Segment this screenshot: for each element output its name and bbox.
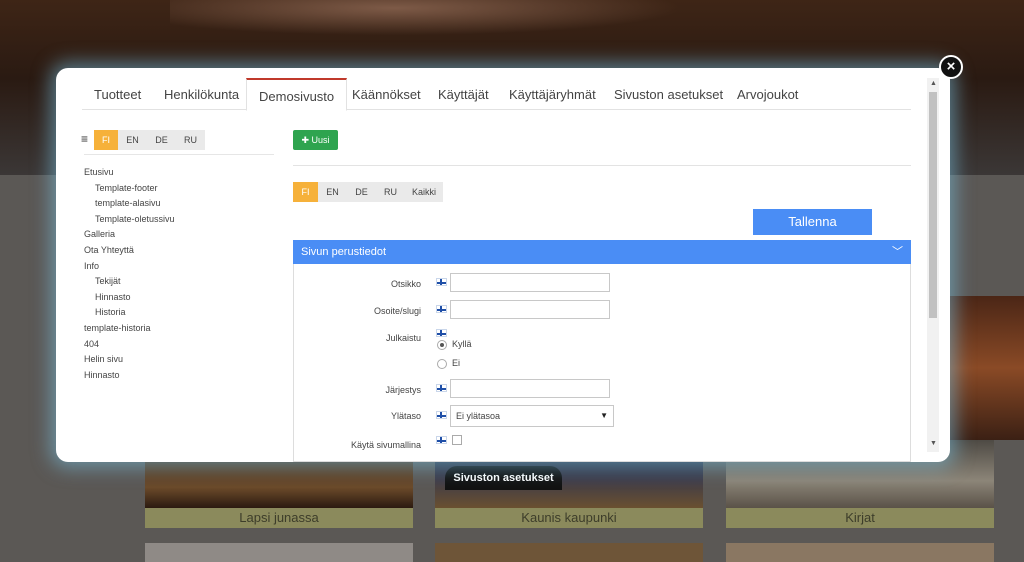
close-icon[interactable]: × bbox=[939, 55, 963, 79]
tree-item-ota-yhteytta[interactable]: Ota Yhteyttä bbox=[84, 243, 175, 259]
published-no-radio[interactable]: Ei bbox=[437, 358, 460, 369]
tab-kaannokset[interactable]: Käännökset bbox=[340, 78, 433, 110]
sidebar-lang-de[interactable]: DE bbox=[147, 130, 176, 150]
tab-arvojoukot[interactable]: Arvojoukot bbox=[725, 78, 810, 110]
tree-item-template-alasivu[interactable]: template-alasivu bbox=[84, 196, 175, 212]
scroll-up-icon[interactable]: ▲ bbox=[930, 80, 937, 87]
sidebar-language-switcher: FI EN DE RU bbox=[94, 130, 205, 150]
published-no-label: Ei bbox=[452, 358, 461, 368]
sidebar-lang-fi[interactable]: FI bbox=[94, 130, 118, 150]
tab-kayttajat[interactable]: Käyttäjät bbox=[426, 78, 501, 110]
content-lang-de[interactable]: DE bbox=[347, 182, 376, 202]
gallery-tile-5[interactable] bbox=[435, 543, 703, 562]
finnish-flag-icon bbox=[436, 384, 447, 392]
tree-item-template-footer[interactable]: Template-footer bbox=[84, 181, 175, 197]
scroll-thumb[interactable] bbox=[929, 92, 937, 318]
finnish-flag-icon bbox=[436, 436, 447, 444]
finnish-flag-icon bbox=[436, 278, 447, 286]
tab-demosivusto[interactable]: Demosivusto bbox=[246, 78, 348, 111]
published-yes-radio[interactable]: Kyllä bbox=[437, 339, 472, 350]
tile-caption: Kaunis kaupunki bbox=[435, 508, 703, 528]
sidebar-lang-ru[interactable]: RU bbox=[176, 130, 205, 150]
finnish-flag-icon bbox=[436, 411, 447, 419]
page-tree: Etusivu Template-footer template-alasivu… bbox=[84, 165, 175, 383]
tree-item-hinnasto[interactable]: Hinnasto bbox=[84, 290, 175, 306]
chevron-down-icon[interactable]: ﹀ bbox=[892, 240, 903, 264]
published-yes-label: Kyllä bbox=[452, 339, 472, 349]
tree-item-info[interactable]: Info bbox=[84, 259, 175, 275]
scroll-down-icon[interactable]: ▼ bbox=[930, 440, 937, 447]
finnish-flag-icon bbox=[436, 329, 447, 337]
tab-tuotteet[interactable]: Tuotteet bbox=[82, 78, 153, 110]
new-page-button[interactable]: ✚ Uusi bbox=[293, 130, 338, 150]
parent-label: Ylätaso bbox=[390, 411, 421, 421]
slug-input[interactable] bbox=[450, 300, 610, 319]
tree-item-galleria[interactable]: Galleria bbox=[84, 227, 175, 243]
radio-unselected-icon[interactable] bbox=[437, 358, 447, 369]
template-label: Käytä sivumallina bbox=[350, 440, 421, 450]
tree-item-helin-sivu[interactable]: Helin sivu bbox=[84, 352, 175, 368]
tree-item-template-historia[interactable]: template-historia bbox=[84, 321, 175, 337]
order-label: Järjestys bbox=[385, 385, 421, 395]
title-input[interactable] bbox=[450, 273, 610, 292]
site-settings-button[interactable]: Sivuston asetukset bbox=[445, 466, 562, 490]
tile-caption: Lapsi junassa bbox=[145, 508, 413, 528]
tree-item-etusivu[interactable]: Etusivu bbox=[84, 165, 175, 181]
tree-item-hinnasto-root[interactable]: Hinnasto bbox=[84, 368, 175, 384]
tab-kayttajaryhmat[interactable]: Käyttäjäryhmät bbox=[497, 78, 608, 110]
tree-item-404[interactable]: 404 bbox=[84, 337, 175, 353]
tab-bar: Tuotteet Henkilökunta Demosivusto Käännö… bbox=[82, 78, 911, 111]
finnish-flag-icon bbox=[436, 305, 447, 313]
tile-caption: Kirjat bbox=[726, 508, 994, 528]
content-lang-all[interactable]: Kaikki bbox=[405, 182, 443, 202]
order-input[interactable] bbox=[450, 379, 610, 398]
content-lang-en[interactable]: EN bbox=[318, 182, 347, 202]
parent-select-value: Ei ylätasoa bbox=[456, 411, 501, 421]
modal-scrollbar[interactable]: ▲ ▼ bbox=[927, 78, 939, 452]
gallery-tile-4[interactable] bbox=[145, 543, 413, 562]
slug-label: Osoite/slugi bbox=[373, 306, 421, 316]
dropdown-arrow-icon: ▼ bbox=[600, 411, 608, 420]
sidebar-lang-en[interactable]: EN bbox=[118, 130, 147, 150]
tree-item-tekijat[interactable]: Tekijät bbox=[84, 274, 175, 290]
content-lang-fi[interactable]: FI bbox=[293, 182, 318, 202]
published-label: Julkaistu bbox=[385, 333, 421, 343]
radio-selected-icon[interactable] bbox=[437, 339, 447, 350]
tab-sivuston-asetukset[interactable]: Sivuston asetukset bbox=[602, 78, 735, 110]
title-label: Otsikko bbox=[390, 279, 421, 289]
panel-title: Sivun perustiedot bbox=[301, 246, 386, 258]
tree-item-template-oletussivu[interactable]: Template-oletussivu bbox=[84, 212, 175, 228]
admin-modal: Tuotteet Henkilökunta Demosivusto Käännö… bbox=[56, 68, 950, 462]
menu-icon[interactable]: ≡ bbox=[81, 132, 88, 146]
side-image bbox=[950, 296, 1024, 440]
sidebar-divider bbox=[84, 154, 274, 155]
save-button[interactable]: Tallenna bbox=[753, 209, 872, 235]
gallery-tile-6[interactable] bbox=[726, 543, 994, 562]
basic-info-panel-header[interactable]: Sivun perustiedot ﹀ bbox=[293, 240, 911, 264]
content-language-switcher: FI EN DE RU Kaikki bbox=[293, 182, 443, 202]
content-divider bbox=[293, 165, 911, 166]
tab-henkilokunta[interactable]: Henkilökunta bbox=[152, 78, 251, 110]
content-lang-ru[interactable]: RU bbox=[376, 182, 405, 202]
tree-item-historia[interactable]: Historia bbox=[84, 305, 175, 321]
parent-select[interactable]: Ei ylätasoa ▼ bbox=[450, 405, 614, 427]
use-as-template-checkbox[interactable] bbox=[452, 435, 462, 445]
